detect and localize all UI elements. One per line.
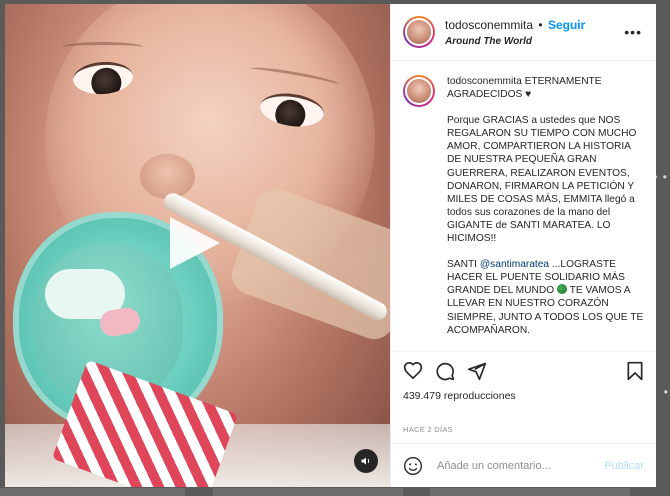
emoji-icon[interactable] — [403, 456, 423, 476]
background-thumbnail — [430, 488, 630, 496]
caption-text: todosconemmita ETERNAMENTE AGRADECIDOS ♥… — [447, 75, 644, 351]
post-timestamp[interactable]: HACE 2 DÍAS — [391, 425, 656, 434]
play-icon[interactable] — [170, 217, 220, 269]
more-icon[interactable]: ••• — [624, 25, 642, 39]
comment-icon[interactable] — [435, 361, 455, 381]
views-count[interactable]: 439.479 reproducciones — [403, 390, 644, 402]
mute-icon[interactable] — [354, 449, 378, 473]
mention-link[interactable]: @santimaratea — [480, 259, 549, 270]
background-thumbnail — [213, 488, 403, 496]
caption-paragraph: SANTI @santimaratea ...LOGRASTE HACER EL… — [447, 258, 644, 337]
add-comment-bar: Añade un comentario... Publicar — [391, 443, 656, 487]
video-frame-detail — [140, 154, 195, 199]
caption-area[interactable]: todosconemmita ETERNAMENTE AGRADECIDOS ♥… — [391, 61, 656, 351]
avatar[interactable] — [403, 75, 435, 107]
caption-fragment: SANTI — [447, 259, 480, 271]
background-thumbnail — [0, 488, 185, 496]
video-player[interactable] — [5, 4, 390, 487]
post-header-line: todosconemmita • Seguir — [445, 18, 585, 33]
username-link[interactable]: todosconemmita — [445, 18, 533, 32]
follow-button[interactable]: Seguir — [548, 18, 585, 32]
post-modal: todosconemmita • Seguir Around The World… — [5, 4, 656, 487]
publish-button[interactable]: Publicar — [604, 460, 644, 472]
video-frame-detail — [63, 42, 143, 52]
caption-username[interactable]: todosconemmita — [447, 76, 522, 87]
caption-paragraph: Porque GRACIAS a ustedes que NOS REGALAR… — [447, 115, 637, 245]
caption-title: todosconemmita ETERNAMENTE AGRADECIDOS ♥ — [447, 75, 644, 101]
bookmark-icon[interactable] — [626, 361, 644, 381]
avatar[interactable] — [403, 16, 435, 48]
globe-emoji — [557, 284, 567, 295]
separator-dot: • — [538, 17, 543, 32]
post-header: todosconemmita • Seguir Around The World… — [391, 4, 656, 61]
background-more-icon: • — [663, 385, 668, 399]
post-side-panel: todosconemmita • Seguir Around The World… — [390, 4, 656, 487]
location-link[interactable]: Around The World — [445, 36, 585, 47]
comment-input[interactable]: Añade un comentario... — [437, 460, 604, 472]
share-icon[interactable] — [467, 361, 487, 381]
post-header-text: todosconemmita • Seguir Around The World — [445, 18, 585, 47]
action-bar: 439.479 reproducciones — [391, 351, 656, 413]
action-icons — [403, 360, 644, 382]
heart-icon[interactable] — [403, 361, 423, 381]
